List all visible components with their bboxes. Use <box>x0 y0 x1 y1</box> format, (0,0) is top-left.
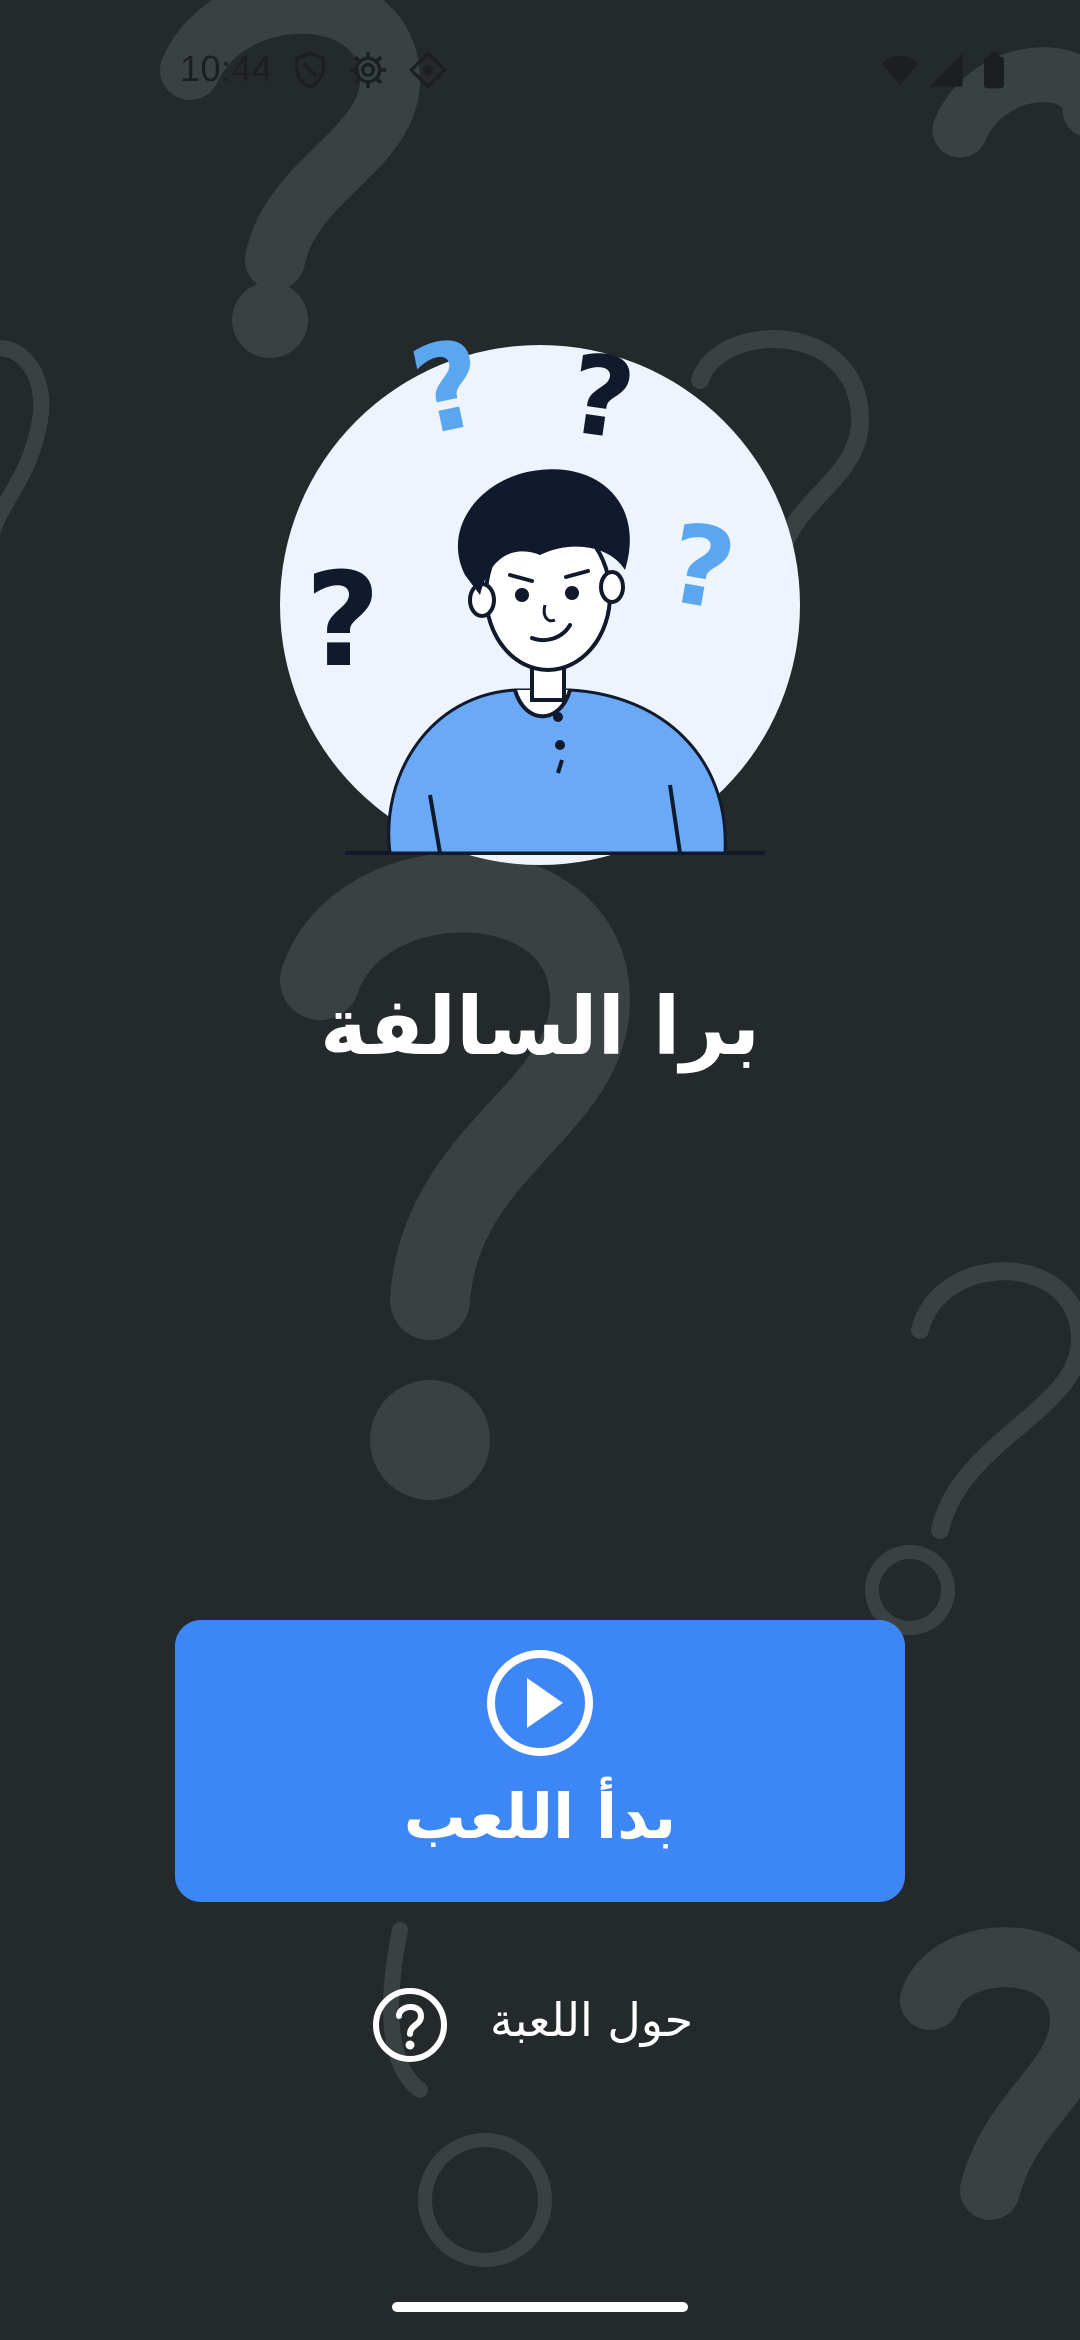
gear-icon <box>348 50 388 90</box>
about-game-link[interactable]: حول اللعبة <box>370 1985 710 2065</box>
status-time: 10:44 <box>180 48 273 89</box>
confused-person-illustration: ? ? ? ? <box>270 305 810 865</box>
location-diamond-icon <box>408 50 448 90</box>
start-game-label: بدأ اللعب <box>403 1780 677 1853</box>
help-circle-icon <box>370 1985 450 2065</box>
start-game-button[interactable]: بدأ اللعب <box>175 1620 905 1902</box>
home-indicator[interactable] <box>392 2302 688 2312</box>
shield-icon <box>290 50 330 90</box>
battery-icon <box>974 50 1014 90</box>
status-bar: 10:44 <box>0 0 1080 140</box>
wifi-icon <box>880 50 920 90</box>
cell-signal-icon <box>926 50 966 90</box>
app-title: برا السالفة <box>319 980 761 1073</box>
about-game-label: حول اللعبة <box>490 1993 694 2047</box>
svg-text:?: ? <box>305 544 380 696</box>
play-circle-icon <box>485 1648 595 1758</box>
